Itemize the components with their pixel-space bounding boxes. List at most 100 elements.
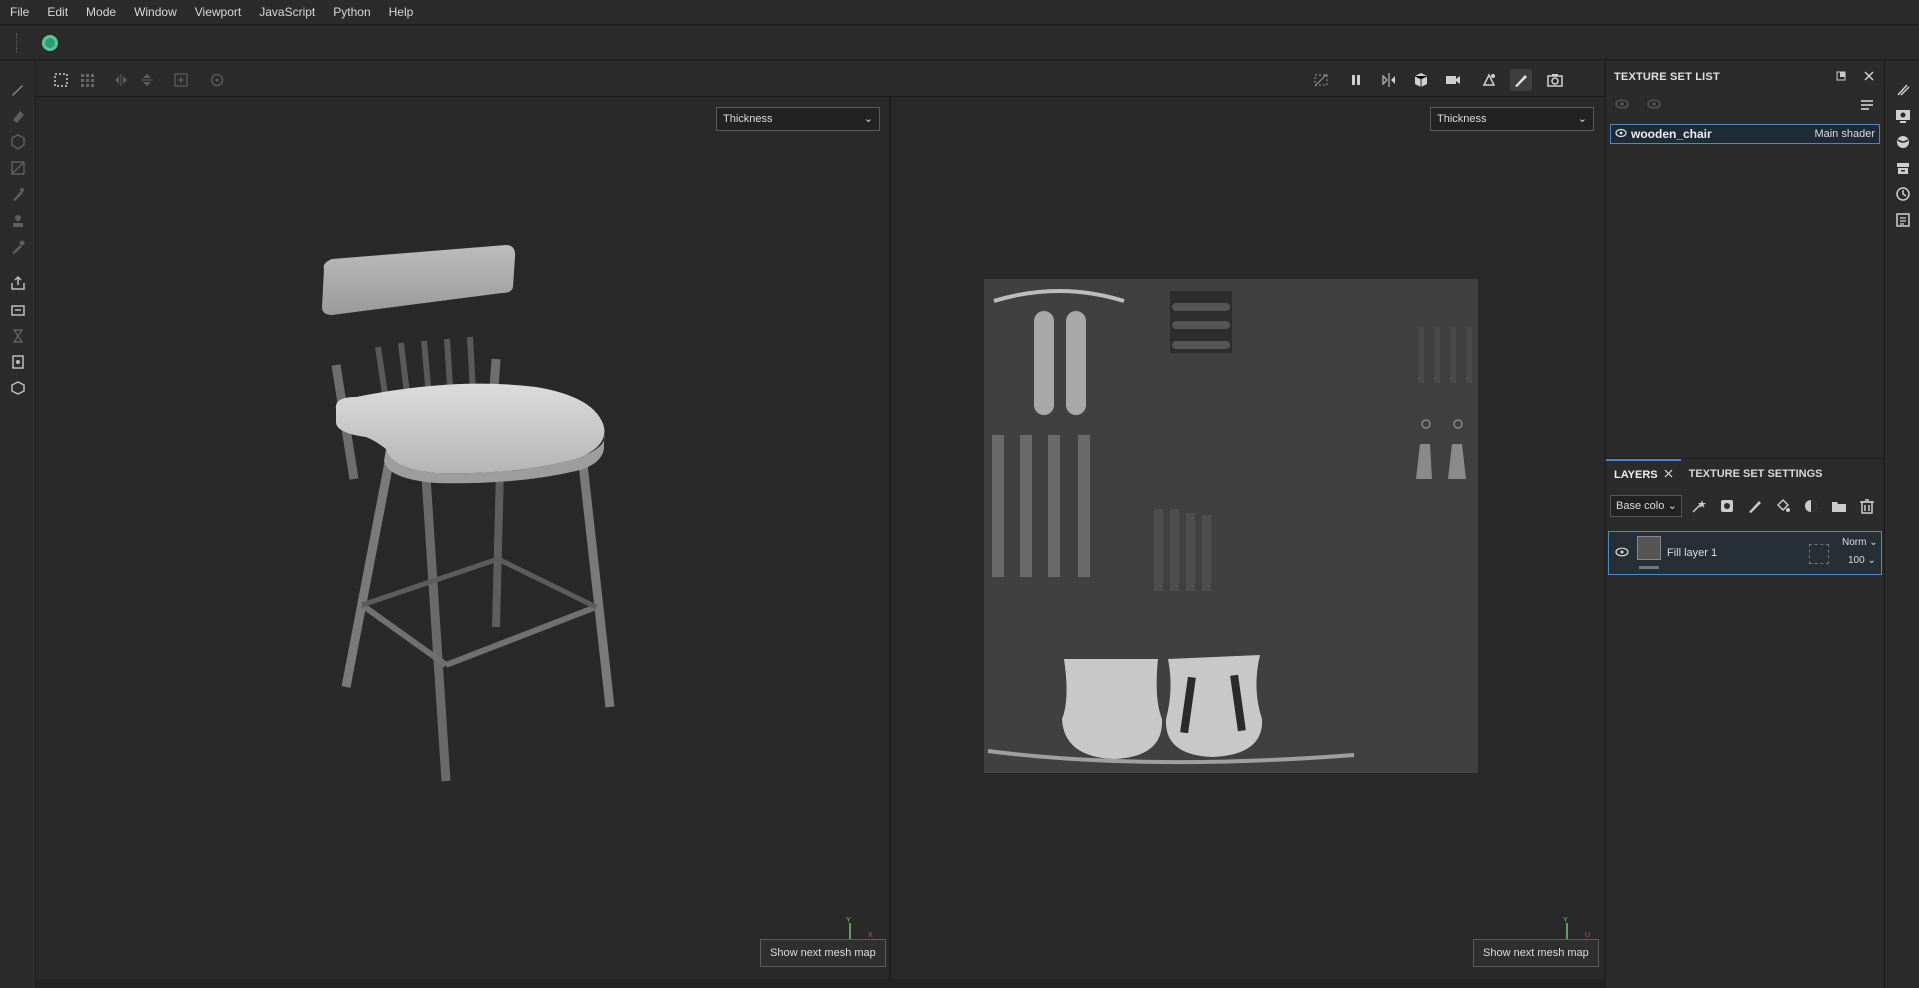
- clone-stamp-icon[interactable]: [8, 211, 28, 231]
- delete-layer-icon[interactable]: [1858, 497, 1876, 515]
- menu-bar: File Edit Mode Window Viewport JavaScrip…: [0, 0, 1919, 25]
- viewport-3d[interactable]: Thickness ⌄ Y X Show next mesh map: [36, 97, 889, 979]
- right-dock-strip: [1884, 61, 1919, 988]
- display-settings-icon[interactable]: [1894, 107, 1912, 125]
- add-smart-material-icon[interactable]: [1802, 497, 1820, 515]
- document-icon[interactable]: [8, 352, 28, 372]
- tab-layers-label: LAYERS: [1614, 468, 1658, 481]
- shelf-icon[interactable]: [1894, 159, 1912, 177]
- viewport-toolbar: [36, 61, 1604, 97]
- visibility-toggle-icon[interactable]: [1614, 98, 1630, 113]
- close-icon[interactable]: [1664, 460, 1673, 490]
- view-mode-3d-icon[interactable]: [1410, 69, 1432, 91]
- symmetry-x-icon[interactable]: [110, 69, 132, 91]
- menu-javascript[interactable]: JavaScript: [250, 0, 324, 25]
- close-icon[interactable]: [1862, 69, 1876, 83]
- split-view-icon[interactable]: [1378, 69, 1400, 91]
- pause-icon[interactable]: [1345, 69, 1367, 91]
- hourglass-icon[interactable]: [8, 326, 28, 346]
- layer-opacity[interactable]: 100 ⌄: [1848, 555, 1876, 566]
- menu-edit[interactable]: Edit: [38, 0, 77, 25]
- layer-blend-mode[interactable]: Norm ⌄: [1842, 537, 1878, 548]
- selection-mode-icon[interactable]: [50, 69, 72, 91]
- menu-help[interactable]: Help: [380, 0, 423, 25]
- environment-icon[interactable]: [1894, 133, 1912, 151]
- layers-toolbar: Base colo ⌄: [1606, 492, 1884, 520]
- layer-blend-label: Norm: [1842, 537, 1867, 548]
- render-icon[interactable]: [1478, 69, 1500, 91]
- left-tool-bar: [0, 61, 36, 988]
- polygon-fill-icon[interactable]: [8, 158, 28, 178]
- add-mask-icon[interactable]: [1718, 497, 1736, 515]
- eraser-icon[interactable]: [8, 106, 28, 126]
- eye-icon[interactable]: [1615, 546, 1629, 560]
- camera-icon[interactable]: [1442, 69, 1464, 91]
- float-panel-icon[interactable]: [1834, 69, 1848, 83]
- plugin-toolbar: [0, 26, 1919, 60]
- gizmo-uv-x-label: U: [1585, 932, 1590, 939]
- layer-item[interactable]: Fill layer 1 Norm ⌄ 100 ⌄: [1608, 531, 1882, 575]
- tab-texture-set-settings-label: TEXTURE SET SETTINGS: [1688, 467, 1823, 480]
- menu-mode[interactable]: Mode: [77, 0, 125, 25]
- projection-icon[interactable]: [8, 132, 28, 152]
- hide-selection-icon[interactable]: [1310, 69, 1332, 91]
- plugin-icon[interactable]: [42, 35, 58, 51]
- status-bar: [36, 979, 1604, 988]
- chevron-down-icon: ⌄: [1667, 500, 1677, 512]
- viewport-2d-channel-select[interactable]: Thickness ⌄: [1430, 107, 1594, 131]
- brush-settings-icon[interactable]: [1894, 81, 1912, 99]
- paint-brush-icon[interactable]: [8, 79, 28, 99]
- menu-viewport[interactable]: Viewport: [186, 0, 250, 25]
- paint-mode-icon[interactable]: [1510, 69, 1532, 91]
- gizmo-x-label: X: [868, 932, 873, 939]
- box-icon[interactable]: [8, 378, 28, 398]
- layer-thumbnail[interactable]: [1637, 536, 1661, 560]
- screenshot-icon[interactable]: [1544, 69, 1566, 91]
- show-next-mesh-map-button[interactable]: Show next mesh map: [760, 939, 886, 967]
- chair-3d-model: [322, 245, 615, 782]
- texture-set-name: wooden_chair: [1631, 127, 1712, 141]
- eye-icon[interactable]: [1646, 98, 1662, 113]
- bake-icon[interactable]: [8, 300, 28, 320]
- eye-icon[interactable]: [1615, 127, 1627, 141]
- gizmo-y-label: Y: [846, 917, 851, 924]
- menu-window[interactable]: Window: [125, 0, 186, 25]
- tab-texture-set-settings[interactable]: TEXTURE SET SETTINGS: [1681, 459, 1831, 489]
- right-panel: TEXTURE SET LIST wooden_chair Main shade…: [1605, 61, 1884, 988]
- layer-name[interactable]: Fill layer 1: [1667, 547, 1717, 559]
- symmetry-y-icon[interactable]: [136, 69, 158, 91]
- layer-thumbnail-indicator: [1639, 566, 1659, 569]
- chevron-down-icon: ⌄: [1577, 113, 1587, 125]
- layer-opacity-value: 100: [1848, 555, 1865, 566]
- layers-tab-bar: LAYERS TEXTURE SET SETTINGS: [1606, 458, 1884, 488]
- viewport-2d-channel-label: Thickness: [1437, 113, 1487, 125]
- add-fill-layer-icon[interactable]: [1774, 497, 1792, 515]
- history-icon[interactable]: [1894, 185, 1912, 203]
- add-paint-layer-icon[interactable]: [1746, 497, 1764, 515]
- log-icon[interactable]: [1894, 211, 1912, 229]
- viewport-2d[interactable]: Thickness ⌄ Y U Show next mesh map: [891, 97, 1604, 979]
- uv-texture-map: [984, 279, 1478, 773]
- list-settings-icon[interactable]: [1860, 98, 1874, 115]
- channel-select[interactable]: Base colo ⌄: [1610, 495, 1682, 517]
- texture-set-item[interactable]: wooden_chair Main shader: [1610, 124, 1880, 144]
- layer-mask-slot[interactable]: [1809, 544, 1829, 564]
- grid-selection-icon[interactable]: [76, 69, 98, 91]
- menu-file[interactable]: File: [0, 0, 38, 25]
- tab-layers[interactable]: LAYERS: [1606, 458, 1681, 490]
- add-effect-icon[interactable]: [1690, 497, 1708, 515]
- gizmo-uv-y-label: Y: [1563, 917, 1568, 924]
- menu-python[interactable]: Python: [324, 0, 379, 25]
- color-picker-icon[interactable]: [8, 237, 28, 257]
- texture-set-list-header: TEXTURE SET LIST: [1606, 61, 1884, 93]
- add-icon[interactable]: [170, 69, 192, 91]
- texture-set-toolbar: [1606, 93, 1884, 119]
- export-icon[interactable]: [8, 273, 28, 293]
- smudge-icon[interactable]: [8, 184, 28, 204]
- reset-icon[interactable]: [206, 69, 228, 91]
- texture-set-shader[interactable]: Main shader: [1814, 128, 1875, 140]
- texture-set-list-title: TEXTURE SET LIST: [1614, 71, 1720, 83]
- toolbar-grip-handle[interactable]: [16, 33, 19, 53]
- show-next-mesh-map-button-2d[interactable]: Show next mesh map: [1473, 939, 1599, 967]
- add-folder-icon[interactable]: [1830, 497, 1848, 515]
